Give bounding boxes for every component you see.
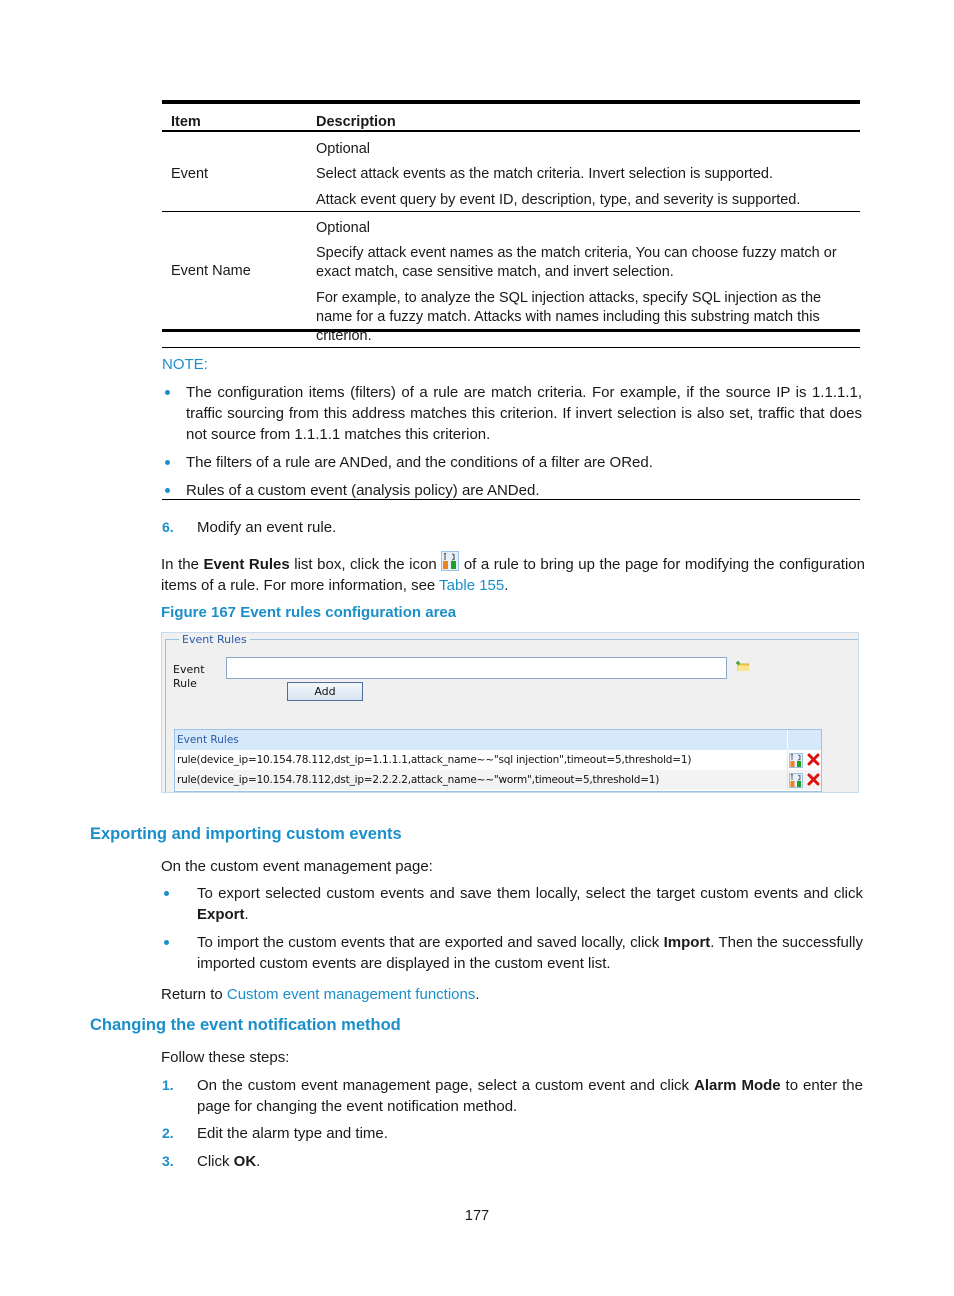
text: On the custom event management page, sel… xyxy=(197,1077,694,1094)
row-item: Event xyxy=(171,166,209,182)
modify-rule-icon[interactable] xyxy=(789,773,803,788)
bold-text: Import xyxy=(663,934,711,951)
rule-text: rule(device_ip=10.154.78.112,dst_ip=1.1.… xyxy=(177,754,692,766)
return-line: Return to Custom event management functi… xyxy=(161,984,480,1005)
row-item: Event Name xyxy=(171,263,251,279)
list-header: Event Rules xyxy=(175,730,787,750)
step-number: 3. xyxy=(162,1153,174,1169)
list-item[interactable]: rule(device_ip=10.154.78.112,dst_ip=2.2.… xyxy=(175,770,821,790)
bold-text: Event Rules xyxy=(203,556,290,573)
text: . xyxy=(504,577,509,594)
text: . xyxy=(475,986,480,1003)
table-header: Item Description xyxy=(162,104,860,132)
rule-text: rule(device_ip=10.154.78.112,dst_ip=2.2.… xyxy=(177,774,660,786)
modify-rule-icon xyxy=(441,551,460,571)
row-desc-line: Optional xyxy=(316,220,371,236)
bullet-icon xyxy=(165,488,170,493)
text: Click xyxy=(197,1153,234,1170)
header-item: Item xyxy=(171,114,201,130)
step-text: Edit the alarm type and time. xyxy=(197,1125,388,1142)
export-bullet: To export selected custom events and sav… xyxy=(197,883,863,925)
text: . xyxy=(244,906,249,923)
header-description: Description xyxy=(316,114,396,130)
note-bullet: The configuration items (filters) of a r… xyxy=(186,384,862,443)
add-folder-icon[interactable] xyxy=(736,661,749,671)
column-divider xyxy=(787,750,788,770)
row-desc-line: Select attack events as the match criter… xyxy=(316,166,773,182)
note-top-rule xyxy=(162,347,860,348)
table-row: Event Optional Select attack events as t… xyxy=(162,132,860,212)
event-rule-input[interactable] xyxy=(226,657,727,679)
row-desc-line: Optional xyxy=(316,141,371,157)
bold-text: OK xyxy=(233,1153,257,1170)
event-rules-fieldset: Event Rules Event Rule Add Event Rules r… xyxy=(165,633,858,792)
list-header-actions xyxy=(788,730,821,750)
custom-event-functions-link[interactable]: Custom event management functions xyxy=(227,986,475,1003)
text: In the xyxy=(161,556,204,573)
modify-rule-icon[interactable] xyxy=(789,753,803,768)
fieldset-legend: Event Rules xyxy=(179,633,250,646)
event-rule-label-line2: Rule xyxy=(173,677,197,690)
note-bullet: The filters of a rule are ANDed, and the… xyxy=(186,454,653,471)
list-item[interactable]: rule(device_ip=10.154.78.112,dst_ip=1.1.… xyxy=(175,750,821,770)
delete-rule-icon[interactable] xyxy=(807,773,820,786)
note-label: NOTE: xyxy=(162,356,208,373)
column-divider xyxy=(787,770,788,790)
event-rules-list: Event Rules rule(device_ip=10.154.78.112… xyxy=(174,729,822,792)
section-heading-export: Exporting and importing custom events xyxy=(90,825,402,843)
table-row: Event Name Optional Specify attack event… xyxy=(162,212,860,344)
note-bullet: Rules of a custom event (analysis policy… xyxy=(186,482,540,499)
text: . xyxy=(256,1153,261,1170)
bullet-icon xyxy=(164,940,169,945)
text: To export selected custom events and sav… xyxy=(197,885,863,902)
row-desc-line: Attack event query by event ID, descript… xyxy=(316,192,801,208)
bold-text: Alarm Mode xyxy=(694,1077,781,1094)
section-heading-notification: Changing the event notification method xyxy=(90,1016,401,1034)
event-rules-figure: Event Rules Event Rule Add Event Rules r… xyxy=(161,632,859,793)
list-header-label: Event Rules xyxy=(177,734,239,746)
row-desc-line: Specify attack event names as the match … xyxy=(316,245,837,280)
step-number: 1. xyxy=(162,1077,174,1093)
bullet-icon xyxy=(165,460,170,465)
table-155-link[interactable]: Table 155 xyxy=(439,577,504,594)
bold-text: Export xyxy=(197,906,245,923)
bullet-icon xyxy=(164,891,169,896)
import-bullet: To import the custom events that are exp… xyxy=(197,932,863,974)
page-number: 177 xyxy=(464,1208,490,1224)
figure-caption: Figure 167 Event rules configuration are… xyxy=(161,604,457,621)
text: list box, click the icon xyxy=(289,556,442,573)
event-rule-label-line1: Event xyxy=(173,663,205,676)
step-text: Click OK. xyxy=(197,1151,260,1172)
step-text: On the custom event management page, sel… xyxy=(197,1075,863,1117)
bullet-icon xyxy=(165,390,170,395)
note-bottom-rule xyxy=(162,499,860,500)
row-desc-line: For example, to analyze the SQL injectio… xyxy=(316,290,822,344)
text: To import the custom events that are exp… xyxy=(197,934,664,951)
step-number: 2. xyxy=(162,1125,174,1141)
delete-rule-icon[interactable] xyxy=(807,753,820,766)
parameter-table: Item Description Event Optional Select a… xyxy=(162,100,860,344)
export-intro: On the custom event management page: xyxy=(161,858,433,875)
step-text: Modify an event rule. xyxy=(197,519,337,536)
modify-paragraph: In the Event Rules list box, click the i… xyxy=(161,551,865,596)
text: Return to xyxy=(161,986,227,1003)
step-number: 6. xyxy=(162,519,174,535)
add-button[interactable]: Add xyxy=(287,682,363,701)
notify-intro: Follow these steps: xyxy=(161,1049,290,1066)
